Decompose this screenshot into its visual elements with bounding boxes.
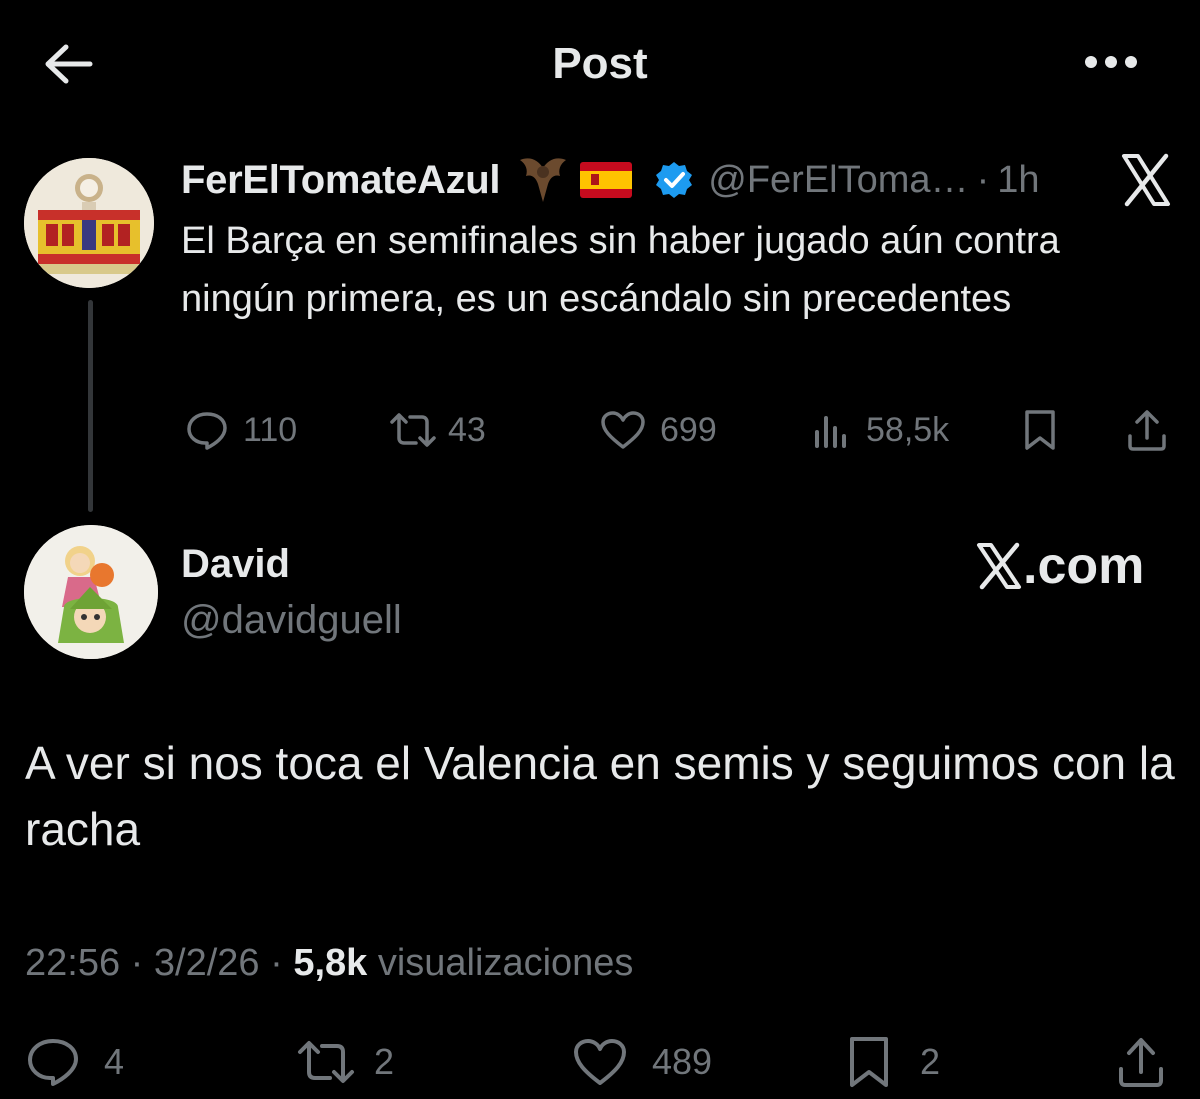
views-action[interactable]: 58,5k bbox=[812, 400, 949, 460]
avatar-image bbox=[24, 525, 158, 659]
like-icon bbox=[574, 1039, 626, 1085]
bookmark-count: 2 bbox=[920, 1041, 941, 1082]
reply-count: 4 bbox=[104, 1041, 125, 1082]
repost-count: 43 bbox=[448, 410, 486, 449]
tweet-text: A ver si nos toca el Valencia en semis y… bbox=[25, 737, 1175, 855]
timestamp[interactable]: 22:56 bbox=[25, 942, 120, 984]
reply-icon bbox=[28, 1039, 78, 1086]
x-logo-icon bbox=[1122, 153, 1170, 207]
bat-emoji-icon bbox=[520, 158, 567, 202]
views-icon bbox=[815, 416, 846, 448]
repost-icon bbox=[298, 1041, 354, 1083]
like-count: 699 bbox=[660, 410, 717, 449]
like-icon bbox=[601, 411, 645, 449]
spain-flag-icon bbox=[580, 162, 633, 198]
views-count[interactable]: 5,8k bbox=[293, 942, 367, 984]
timestamp[interactable]: 1h bbox=[997, 159, 1039, 202]
share-icon bbox=[1128, 410, 1166, 451]
separator: · bbox=[976, 158, 990, 201]
like-action[interactable]: 699 bbox=[600, 400, 717, 460]
watermark-text: .com bbox=[1023, 537, 1145, 595]
reply-action[interactable]: 4 bbox=[26, 1030, 124, 1094]
like-count: 489 bbox=[652, 1041, 713, 1082]
repost-icon bbox=[390, 413, 436, 447]
tweet-meta: 22:56 · 3/2/26 · 5,8k visualizaciones bbox=[25, 935, 633, 991]
verified-badge-icon bbox=[656, 162, 693, 198]
more-icon bbox=[1085, 56, 1137, 68]
share-action[interactable] bbox=[1126, 400, 1168, 460]
avatar[interactable] bbox=[24, 525, 158, 659]
repost-action[interactable]: 43 bbox=[388, 400, 486, 460]
reply-icon bbox=[187, 412, 227, 450]
x-com-watermark: .com bbox=[975, 536, 1144, 596]
views-count: 58,5k bbox=[866, 410, 950, 449]
handle[interactable]: @davidguell bbox=[181, 594, 402, 646]
tweet-text: El Barça en semifinales sin haber jugado… bbox=[181, 220, 1060, 320]
display-name: FerElTomateAzul bbox=[181, 157, 501, 202]
bookmark-action[interactable]: 2 bbox=[846, 1030, 940, 1094]
bookmark-action[interactable] bbox=[1022, 400, 1058, 460]
separator: · bbox=[270, 942, 283, 984]
avatar[interactable] bbox=[24, 158, 154, 288]
handle: @FerElToma… bbox=[708, 158, 969, 201]
date[interactable]: 3/2/26 bbox=[154, 942, 260, 984]
reply-action[interactable]: 110 bbox=[185, 400, 297, 460]
bookmark-icon bbox=[1025, 410, 1055, 450]
like-action[interactable]: 489 bbox=[572, 1030, 712, 1094]
repost-count: 2 bbox=[374, 1041, 395, 1082]
reply-count: 110 bbox=[243, 410, 298, 449]
views-label: visualizaciones bbox=[377, 942, 634, 984]
thread-connector bbox=[88, 300, 93, 512]
more-options-button[interactable] bbox=[1076, 40, 1146, 84]
separator: · bbox=[130, 942, 144, 984]
bookmark-icon bbox=[850, 1037, 888, 1087]
share-action[interactable] bbox=[1116, 1030, 1166, 1094]
parent-author-row[interactable]: FerElTomateAzul @FerElToma… · 1h bbox=[181, 150, 1040, 210]
share-icon bbox=[1119, 1038, 1163, 1087]
repost-action[interactable]: 2 bbox=[296, 1030, 394, 1094]
page-title: Post bbox=[552, 39, 648, 88]
display-name[interactable]: David bbox=[181, 538, 290, 590]
x-logo-icon bbox=[977, 542, 1021, 590]
avatar-image bbox=[24, 158, 154, 288]
